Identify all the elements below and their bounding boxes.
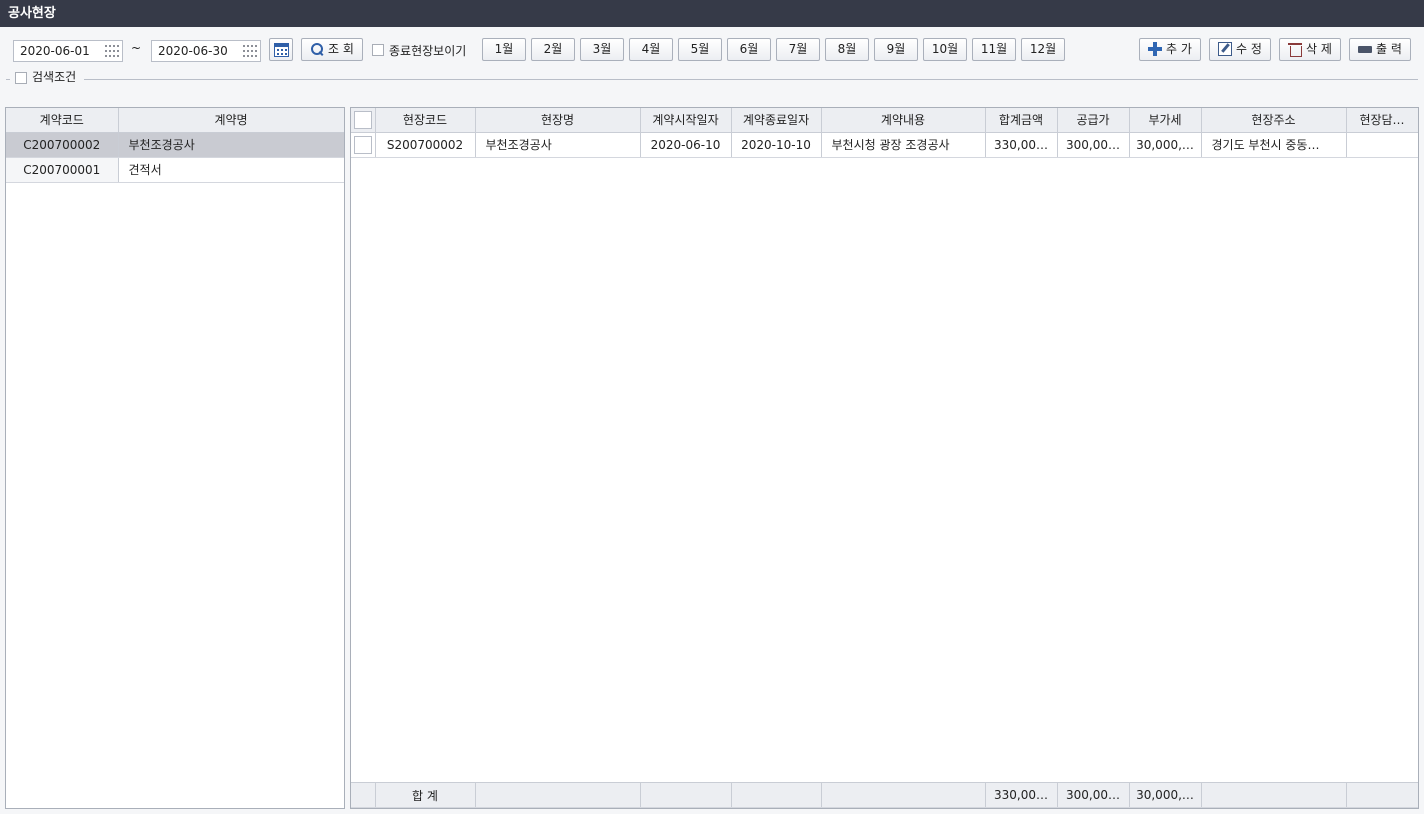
window-title: 공사현장	[0, 0, 1424, 27]
site-name-header[interactable]: 현장명	[475, 108, 641, 133]
contract-code-cell: C200700001	[6, 157, 119, 183]
date-from-input[interactable]: 2020-06-01	[13, 40, 123, 62]
month-button-10[interactable]: 10월	[923, 38, 967, 61]
query-button-label: 조 회	[328, 42, 354, 56]
calendar-icon	[274, 43, 289, 57]
contract-code-header[interactable]: 계약코드	[6, 108, 119, 133]
add-button[interactable]: 추 가	[1139, 38, 1201, 61]
month-button-2[interactable]: 2월	[531, 38, 575, 61]
month-button-7[interactable]: 7월	[776, 38, 820, 61]
footer-empty-cell	[1346, 782, 1418, 808]
edit-icon	[1218, 41, 1233, 56]
site-manager-cell	[1346, 132, 1418, 158]
site-address-cell: 경기도 부천시 중동…	[1201, 132, 1347, 158]
month-button-11[interactable]: 11월	[972, 38, 1016, 61]
site-table: 현장코드 현장명 계약시작일자 계약종료일자 계약내용 합계금액 공급가 부가세…	[351, 108, 1418, 158]
conditions-divider	[84, 79, 1418, 80]
site-code-cell: S200700002	[375, 132, 476, 158]
contract-name-cell: 견적서	[118, 157, 344, 183]
date-from-value: 2020-06-01	[20, 44, 90, 58]
add-button-label: 추 가	[1166, 42, 1192, 56]
month-button-8[interactable]: 8월	[825, 38, 869, 61]
row-checkbox[interactable]	[353, 135, 372, 154]
footer-vat: 30,000,…	[1129, 782, 1202, 808]
supply-price-cell: 300,00…	[1057, 132, 1130, 158]
footer-total-amount: 330,00…	[985, 782, 1058, 808]
show-closed-label: 종료현장보이기	[389, 44, 467, 58]
contract-start-header[interactable]: 계약시작일자	[640, 108, 732, 133]
plus-icon	[1148, 41, 1163, 56]
vat-cell: 30,000,…	[1129, 132, 1202, 158]
contract-start-cell: 2020-06-10	[640, 132, 732, 158]
table-row[interactable]: C200700002 부천조경공사	[6, 132, 344, 158]
calendar-button[interactable]	[269, 38, 293, 61]
search-toolbar: 2020-06-01 ~ 2020-06-30 조 회 종료현장보이기 1월 2…	[0, 27, 1424, 107]
contract-end-header[interactable]: 계약종료일자	[731, 108, 822, 133]
conditions-label: 검색조건	[32, 70, 77, 84]
month-button-9[interactable]: 9월	[874, 38, 918, 61]
date-range-separator: ~	[131, 41, 142, 55]
conditions-checkbox[interactable]	[15, 72, 27, 84]
footer-total-label: 합 계	[375, 782, 476, 808]
site-totals-row: 합 계 330,00… 300,00… 30,000,…	[351, 782, 1418, 808]
supply-price-header[interactable]: 공급가	[1057, 108, 1130, 133]
site-name-cell: 부천조경공사	[475, 132, 641, 158]
month-button-6[interactable]: 6월	[727, 38, 771, 61]
print-button-label: 출 력	[1376, 42, 1402, 56]
show-closed-checkbox[interactable]	[372, 44, 384, 56]
contract-table: 계약코드 계약명 C200700002 부천조경공사 C200700001 견적…	[6, 108, 344, 183]
contract-content-header[interactable]: 계약내용	[821, 108, 986, 133]
row-select-cell[interactable]	[351, 132, 376, 158]
month-button-4[interactable]: 4월	[629, 38, 673, 61]
contract-list-panel: 계약코드 계약명 C200700002 부천조경공사 C200700001 견적…	[5, 107, 345, 809]
table-row[interactable]: S200700002 부천조경공사 2020-06-10 2020-10-10 …	[351, 132, 1418, 158]
date-to-value: 2020-06-30	[158, 44, 228, 58]
delete-button-label: 삭 제	[1306, 42, 1332, 56]
delete-button[interactable]: 삭 제	[1279, 38, 1341, 61]
edit-button[interactable]: 수 정	[1209, 38, 1271, 61]
footer-supply-price: 300,00…	[1057, 782, 1130, 808]
month-button-5[interactable]: 5월	[678, 38, 722, 61]
print-button[interactable]: 출 력	[1349, 38, 1411, 61]
query-button[interactable]: 조 회	[301, 38, 363, 61]
site-grid-panel: 현장코드 현장명 계약시작일자 계약종료일자 계약내용 합계금액 공급가 부가세…	[350, 107, 1419, 809]
select-all-checkbox[interactable]	[353, 110, 372, 129]
total-amount-header[interactable]: 합계금액	[985, 108, 1058, 133]
footer-empty-cell	[731, 782, 822, 808]
site-manager-header[interactable]: 현장담…	[1346, 108, 1418, 133]
month-button-1[interactable]: 1월	[482, 38, 526, 61]
contract-end-cell: 2020-10-10	[731, 132, 822, 158]
contract-content-cell: 부천시청 광장 조경공사	[821, 132, 986, 158]
site-code-header[interactable]: 현장코드	[375, 108, 476, 133]
edit-button-label: 수 정	[1236, 42, 1262, 56]
vat-header[interactable]: 부가세	[1129, 108, 1202, 133]
trash-icon	[1288, 42, 1303, 57]
conditions-divider-left	[6, 79, 10, 80]
footer-empty-cell	[821, 782, 986, 808]
total-amount-cell: 330,00…	[985, 132, 1058, 158]
contract-name-cell: 부천조경공사	[118, 132, 344, 158]
footer-empty-cell	[351, 782, 376, 808]
month-button-12[interactable]: 12월	[1021, 38, 1065, 61]
footer-empty-cell	[640, 782, 732, 808]
date-to-input[interactable]: 2020-06-30	[151, 40, 261, 62]
contract-name-header[interactable]: 계약명	[118, 108, 344, 133]
calendar-grid-icon[interactable]	[105, 45, 119, 57]
site-address-header[interactable]: 현장주소	[1201, 108, 1347, 133]
month-button-3[interactable]: 3월	[580, 38, 624, 61]
printer-icon	[1358, 42, 1373, 57]
contract-code-cell: C200700002	[6, 132, 119, 158]
footer-empty-cell	[1201, 782, 1347, 808]
table-row[interactable]: C200700001 견적서	[6, 157, 344, 183]
footer-empty-cell	[475, 782, 641, 808]
calendar-grid-icon[interactable]	[243, 45, 257, 57]
select-all-header[interactable]	[351, 108, 376, 133]
search-icon	[310, 42, 324, 56]
